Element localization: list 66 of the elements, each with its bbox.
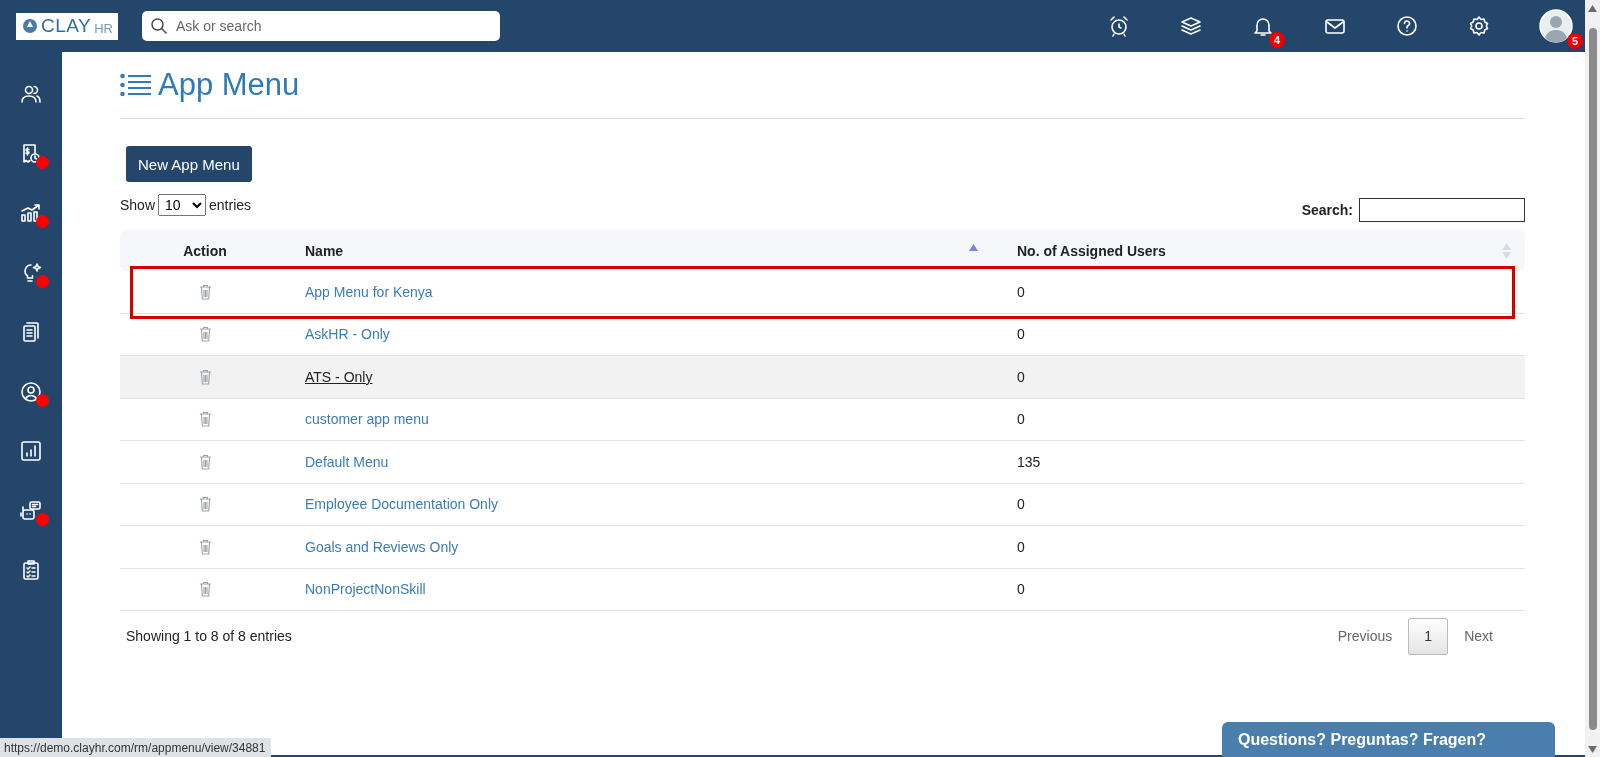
menu-name-link[interactable]: Goals and Reviews Only [305, 538, 459, 555]
entries-select[interactable]: 10 [158, 194, 207, 216]
sort-ascending-icon[interactable] [969, 244, 978, 251]
user-count: 0 [1017, 368, 1025, 385]
status-url: https://demo.clayhr.com/rm/appmenu/view/34881 [0, 738, 272, 757]
list-icon [120, 73, 152, 97]
help-icon[interactable] [1395, 14, 1419, 38]
menu-name-link[interactable]: customer app menu [305, 411, 429, 428]
page-title: App Menu [158, 67, 300, 103]
trash-icon[interactable] [198, 496, 212, 513]
trash-icon[interactable] [198, 538, 212, 555]
alert-dot [36, 215, 49, 228]
trash-icon[interactable] [198, 581, 212, 598]
count-badge: 5 [1567, 33, 1583, 49]
bar-chart-icon[interactable] [19, 439, 43, 463]
user-count: 0 [1017, 538, 1025, 555]
alert-dot [36, 274, 49, 288]
column-header[interactable]: Action [183, 242, 227, 259]
show-label: Show [120, 197, 156, 213]
alert-dot [36, 393, 49, 407]
next-button[interactable]: Next [1452, 628, 1505, 644]
alert-dot [36, 512, 49, 526]
column-header[interactable]: No. of Assigned Users [1017, 242, 1166, 259]
user-count: 0 [1017, 581, 1025, 598]
scroll-up-icon[interactable] [1588, 5, 1597, 12]
robot-chat-icon[interactable] [19, 498, 43, 523]
user-count: 0 [1017, 283, 1025, 300]
count-badge: 4 [1269, 32, 1285, 48]
trash-icon[interactable] [198, 283, 212, 300]
page-button[interactable]: 1 [1408, 617, 1449, 655]
alarm-clock-icon[interactable] [1107, 14, 1131, 38]
logo-text: CLAY [41, 15, 92, 37]
trash-icon[interactable] [198, 453, 212, 470]
user-count: 0 [1017, 411, 1025, 428]
alert-dot [36, 155, 49, 169]
menu-name-link[interactable]: ATS - Only [305, 368, 373, 385]
menu-name-link[interactable]: Default Menu [305, 453, 389, 470]
growth-chart-icon[interactable] [19, 201, 43, 225]
search-field[interactable]: Ask or search [142, 11, 500, 41]
menu-name-link[interactable]: NonProjectNonSkill [305, 581, 426, 598]
entries-info: Showing 1 to 8 of 8 entries [126, 628, 292, 644]
avatar-icon[interactable] [1539, 9, 1573, 43]
menu-name-link[interactable]: App Menu for Kenya [305, 283, 433, 300]
search-icon [150, 17, 168, 35]
scrollbar-thumb[interactable] [1588, 28, 1597, 730]
previous-button[interactable]: Previous [1325, 628, 1405, 644]
search-field[interactable] [1359, 197, 1525, 222]
search-label: Search: [1301, 201, 1353, 218]
entries-label: entries [209, 197, 252, 213]
logo-icon [22, 18, 38, 34]
trash-icon[interactable] [198, 326, 212, 343]
menu-name-link[interactable]: AskHR - Only [305, 326, 390, 343]
scroll-down-icon[interactable] [1588, 746, 1597, 753]
layers-icon[interactable] [1179, 14, 1203, 38]
user-count: 0 [1017, 326, 1025, 343]
trash-icon[interactable] [198, 411, 212, 428]
menu-name-link[interactable]: Employee Documentation Only [305, 496, 498, 513]
user-circle-icon[interactable] [19, 379, 43, 404]
settings-icon[interactable] [1467, 14, 1491, 38]
clayhr-logo[interactable]: CLAY HR [16, 12, 118, 40]
column-header[interactable]: Name [305, 242, 344, 259]
chat-button[interactable]: Questions? Preguntas? Fragen? [1222, 722, 1555, 757]
new-app-menu-button[interactable]: New App Menu [126, 146, 252, 182]
user-count: 0 [1017, 496, 1025, 513]
user-count: 135 [1017, 453, 1041, 470]
logo-suffix: HR [94, 20, 113, 36]
